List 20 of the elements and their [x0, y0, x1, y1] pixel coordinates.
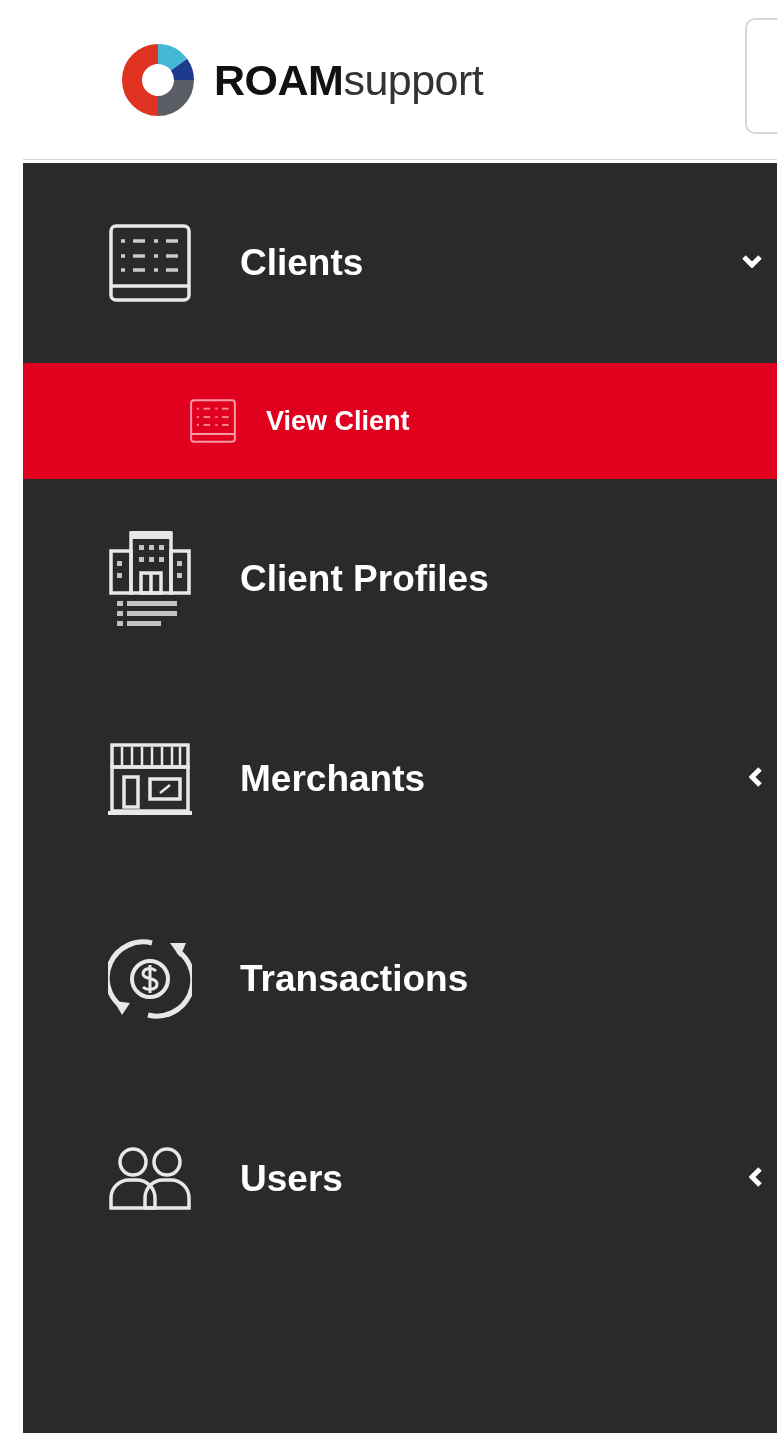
- sidebar-item[interactable]: Users: [23, 1079, 777, 1279]
- list-grid-icon: [109, 224, 191, 302]
- sidebar-item-label: Client Profiles: [240, 558, 489, 600]
- submenu-item[interactable]: View Client: [23, 363, 777, 479]
- logo-text: ROAMsupport: [214, 55, 484, 105]
- users-icon: [109, 1146, 191, 1212]
- sidebar-item-label: Users: [240, 1158, 343, 1200]
- submenu-item-label: View Client: [266, 405, 410, 437]
- sidebar-item[interactable]: Clients: [23, 163, 777, 363]
- sidebar-item-label: Clients: [240, 242, 364, 284]
- sidebar-item[interactable]: Merchants: [23, 679, 777, 879]
- list-grid-icon: [190, 399, 236, 443]
- sidebar-item-label: Transactions: [240, 958, 469, 1000]
- building-checklist-icon: [109, 529, 191, 629]
- ring-logo-icon: [122, 44, 194, 116]
- storefront-icon: [108, 741, 192, 817]
- sidebar-item[interactable]: Client Profiles: [23, 479, 777, 679]
- dollar-cycle-icon: [108, 937, 192, 1021]
- sidebar-item-label: Merchants: [240, 758, 426, 800]
- sidebar-item[interactable]: Transactions: [23, 879, 777, 1079]
